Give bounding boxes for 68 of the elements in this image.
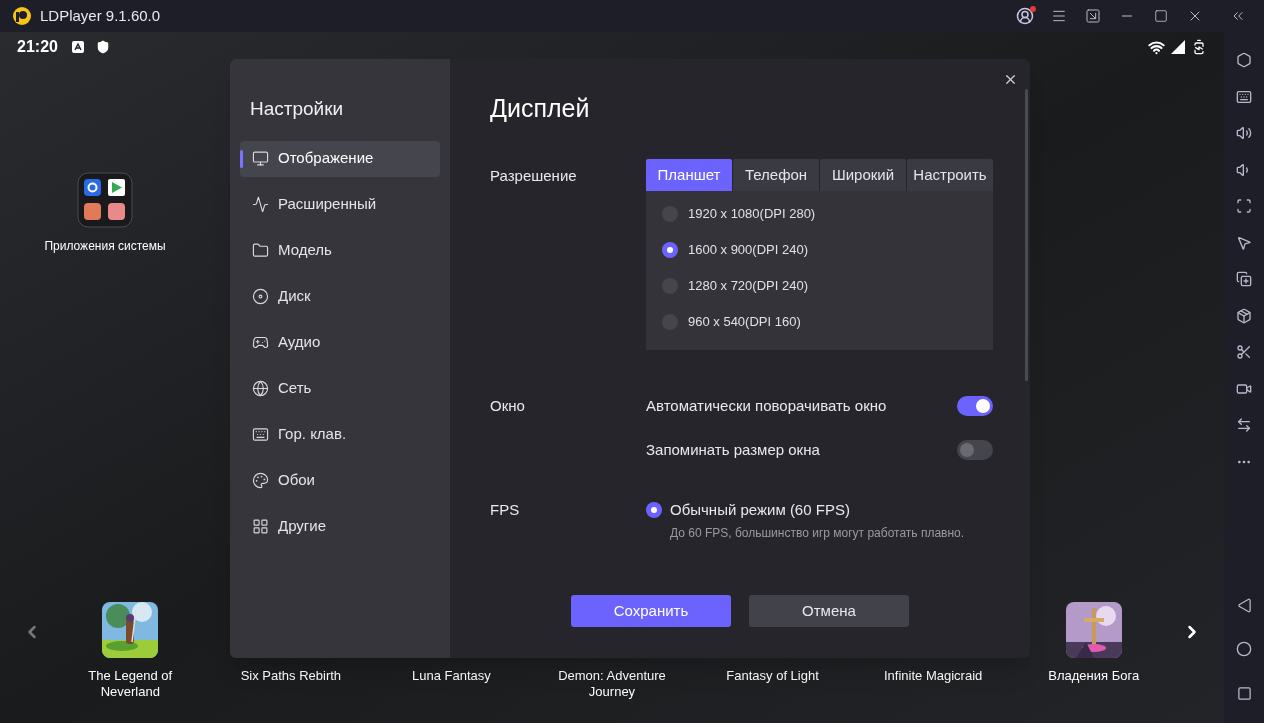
grid-icon [252, 518, 269, 535]
radio-button[interactable] [662, 242, 678, 258]
folder-icon [252, 242, 269, 259]
settings-title: Настройки [249, 97, 345, 121]
nav-item[interactable]: Гор. клав. [240, 416, 440, 453]
option-label: 1920 x 1080(DPI 280) [688, 205, 816, 224]
disc-icon [252, 288, 269, 305]
game-title[interactable]: Demon: Adventure Journey [552, 668, 672, 700]
keyboard-icon [252, 426, 269, 443]
palette-icon [252, 472, 269, 489]
monitor-icon [252, 150, 269, 167]
game-title[interactable]: Luna Fantasy [391, 668, 512, 684]
nav-item[interactable]: Расширенный [240, 186, 440, 223]
nav-item[interactable]: Сеть [240, 370, 440, 407]
resolution-option[interactable]: 1920 x 1080(DPI 280) [662, 196, 993, 232]
resolution-tab[interactable]: Настроить [907, 159, 993, 191]
resolution-option[interactable]: 1280 x 720(DPI 240) [662, 268, 993, 304]
clock: 21:20 [17, 37, 58, 57]
nav-item[interactable]: Обои [240, 462, 440, 499]
nav-item[interactable]: Модель [240, 232, 440, 269]
resolution-tab[interactable]: Планшет [646, 159, 732, 191]
toggle-label: Запоминать размер окна [646, 439, 820, 460]
gamepad-icon [252, 334, 269, 351]
resolution-tab[interactable]: Широкий [820, 159, 906, 191]
game-title[interactable]: Infinite Magicraid [873, 668, 994, 684]
globe-icon [252, 380, 269, 397]
account-icon [1016, 7, 1034, 25]
resolution-tab[interactable]: Телефон [733, 159, 819, 191]
game-title[interactable]: The Legend of Neverland [70, 668, 191, 700]
home-icon [1236, 641, 1252, 657]
shield-icon [95, 40, 110, 54]
option-hint: До 60 FPS, большинство игр могут работать плавно. [669, 525, 966, 542]
wifi-icon [1148, 38, 1165, 56]
option-label: 960 x 540(DPI 160) [688, 313, 801, 332]
battery-icon [1191, 39, 1207, 55]
game-title[interactable]: Six Paths Rebirth [230, 668, 351, 684]
folder-label: Приложения системы [44, 238, 166, 255]
toggle-switch[interactable] [957, 396, 993, 416]
scrollbar[interactable] [1025, 89, 1028, 381]
recents-icon [1236, 685, 1252, 701]
logo-icon [12, 6, 32, 26]
nav-item[interactable]: Аудио [240, 324, 440, 361]
toggle-label: Автоматически поворачивать окно [646, 395, 887, 416]
game-title[interactable]: Fantasy of Light [712, 668, 833, 684]
row-label: Разрешение [490, 166, 578, 186]
section-heading: Дисплей [490, 94, 591, 122]
resolution-option[interactable]: 1600 x 900(DPI 240) [662, 232, 993, 268]
cancel-button[interactable]: Отмена [749, 595, 909, 627]
nav-item[interactable]: Отображение [240, 140, 440, 177]
app-folder-icon[interactable] [77, 172, 133, 228]
activity-icon [252, 196, 269, 213]
nav-item[interactable]: Другие [240, 508, 440, 545]
row-label: Окно [490, 396, 526, 416]
option-label: Обычный режим (60 FPS) [670, 499, 850, 520]
save-button[interactable]: Сохранить [571, 595, 731, 627]
back-icon [1236, 597, 1252, 613]
nav-item[interactable]: Диск [240, 278, 440, 315]
toggle-switch[interactable] [957, 440, 993, 460]
row-label: FPS [490, 500, 521, 520]
option-label: 1280 x 720(DPI 240) [688, 277, 808, 296]
window-title: LDPlayer 9.1.60.0 [40, 5, 161, 26]
game-title[interactable]: Владения Бога [1033, 668, 1154, 684]
fps-option[interactable]: Обычный режим (60 FPS) [646, 498, 993, 522]
resolution-option[interactable]: 960 x 540(DPI 160) [662, 304, 993, 340]
radio-button[interactable] [646, 502, 662, 518]
signal-icon [1171, 40, 1185, 54]
option-label: 1600 x 900(DPI 240) [688, 241, 808, 260]
keyboard-badge-icon [71, 41, 84, 53]
